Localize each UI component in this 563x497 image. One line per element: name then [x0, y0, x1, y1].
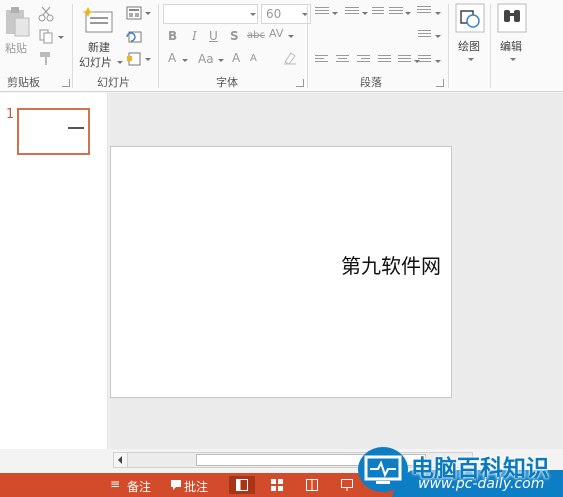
paste-icon: [6, 7, 30, 37]
notes-icon[interactable]: ≡: [110, 477, 120, 491]
bold-icon[interactable]: B: [168, 29, 177, 43]
change-case-dropdown-icon[interactable]: [218, 59, 224, 62]
font-name-dropdown-icon[interactable]: [250, 13, 256, 16]
paste-label: 粘贴: [5, 42, 27, 55]
numbering-dropdown-icon[interactable]: [362, 12, 368, 15]
align-left-icon[interactable]: [315, 55, 328, 64]
new-slide-button[interactable]: 新建 幻灯片: [77, 4, 123, 70]
font-color-icon[interactable]: A: [168, 51, 176, 65]
divider: [158, 4, 159, 88]
ribbon: 粘贴 剪贴板 新建 幻灯片 幻灯片 60 B I U S abc AV A Aa…: [0, 0, 563, 92]
font-group-label: 字体: [216, 76, 238, 89]
comments-icon[interactable]: [170, 479, 182, 491]
copy-icon[interactable]: [38, 28, 54, 44]
layout-icon[interactable]: [126, 6, 142, 20]
font-launcher-icon[interactable]: [296, 79, 304, 87]
reading-view-button[interactable]: [299, 476, 325, 494]
columns-icon[interactable]: [398, 55, 411, 64]
font-name-box[interactable]: [163, 4, 258, 24]
divider: [72, 4, 73, 88]
drawing-button[interactable]: 绘图: [455, 3, 487, 69]
font-color-dropdown-icon[interactable]: [182, 59, 188, 62]
find-icon: [497, 3, 527, 33]
section-icon[interactable]: [126, 52, 142, 66]
copy-dropdown-icon[interactable]: [58, 36, 64, 39]
scroll-left-icon[interactable]: [114, 453, 128, 467]
new-slide-dropdown-icon: [117, 61, 123, 64]
change-case-icon[interactable]: Aa: [198, 52, 214, 66]
smartart-dropdown-icon[interactable]: [435, 60, 441, 63]
new-slide-label-line2: 幻灯片: [79, 56, 112, 69]
align-center-icon[interactable]: [336, 55, 349, 64]
smartart-icon[interactable]: [418, 55, 431, 64]
font-size-box[interactable]: 60: [261, 4, 311, 24]
underline-icon[interactable]: U: [209, 29, 218, 43]
editing-dropdown-icon: [510, 58, 516, 61]
align-text-dropdown-icon[interactable]: [435, 35, 441, 38]
line-spacing-icon[interactable]: [389, 7, 403, 16]
thumbnail-text-preview: [68, 127, 84, 129]
bullets-dropdown-icon[interactable]: [332, 12, 338, 15]
clear-formatting-icon[interactable]: [282, 50, 298, 66]
drawing-label: 绘图: [458, 40, 480, 53]
divider: [307, 4, 308, 88]
divider: [448, 4, 449, 88]
paste-button[interactable]: 粘贴: [2, 4, 32, 68]
notes-button[interactable]: 备注: [127, 478, 151, 495]
text-direction-dropdown-icon[interactable]: [435, 12, 441, 15]
drawing-dropdown-icon: [468, 58, 474, 61]
divider: [490, 4, 491, 88]
comments-button[interactable]: 批注: [184, 478, 208, 495]
numbering-icon[interactable]: [345, 7, 359, 16]
grow-font-icon[interactable]: A: [232, 51, 240, 65]
slides-group-label: 幻灯片: [97, 76, 130, 89]
editing-label: 编辑: [500, 40, 522, 53]
font-size-value: 60: [266, 7, 282, 21]
align-right-icon[interactable]: [357, 55, 370, 64]
layout-dropdown-icon[interactable]: [145, 12, 151, 15]
slide-thumbnail[interactable]: [17, 108, 90, 155]
shapes-icon: [455, 3, 485, 33]
slide-sorter-button[interactable]: [264, 476, 290, 494]
align-text-icon[interactable]: [418, 30, 431, 39]
reset-icon[interactable]: [126, 30, 142, 44]
editing-button[interactable]: 编辑: [497, 3, 529, 69]
clipboard-group-label: 剪贴板: [7, 76, 40, 89]
bullets-icon[interactable]: [315, 7, 329, 16]
slide-sorter-icon: [271, 479, 283, 491]
italic-icon[interactable]: I: [192, 29, 197, 43]
clipboard-launcher-icon[interactable]: [62, 79, 70, 87]
format-painter-icon[interactable]: [38, 50, 54, 66]
normal-view-button[interactable]: [229, 476, 255, 494]
watermark-url: www.pc-daily.com: [418, 476, 545, 492]
new-slide-label-line1: 新建: [88, 41, 110, 54]
slide-text-box[interactable]: 第九软件网: [341, 250, 441, 279]
slide-number: 1: [6, 107, 15, 122]
normal-view-icon: [236, 479, 248, 491]
char-spacing-dropdown-icon[interactable]: [288, 35, 294, 38]
new-slide-icon: [83, 7, 113, 33]
decrease-indent-icon[interactable]: [372, 7, 384, 16]
text-direction-icon[interactable]: [417, 6, 431, 15]
cut-icon[interactable]: [38, 6, 54, 22]
line-spacing-dropdown-icon[interactable]: [405, 12, 411, 15]
char-spacing-icon[interactable]: AV: [269, 27, 283, 40]
shrink-font-icon[interactable]: A: [250, 53, 257, 64]
paragraph-launcher-icon[interactable]: [436, 79, 444, 87]
watermark-logo-icon: [358, 447, 408, 492]
slide-canvas[interactable]: 第九软件网: [110, 146, 452, 398]
justify-icon[interactable]: [378, 55, 391, 64]
section-dropdown-icon[interactable]: [145, 58, 151, 61]
reading-view-icon: [306, 479, 318, 491]
strikethrough-icon[interactable]: abc: [247, 30, 265, 41]
paragraph-group-label: 段落: [360, 76, 382, 89]
shadow-icon[interactable]: S: [230, 29, 239, 43]
